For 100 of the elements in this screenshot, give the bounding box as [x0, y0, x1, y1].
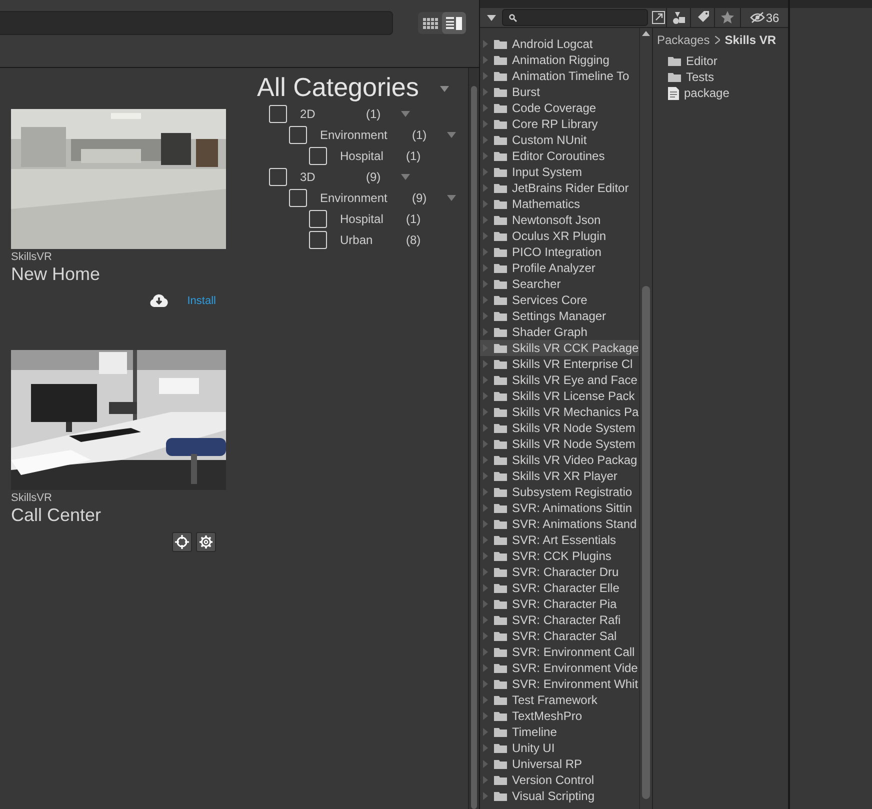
folder-icon [494, 599, 507, 609]
folder-name[interactable]: Editor [686, 54, 718, 68]
package-folder-row[interactable]: Universal RP [480, 756, 639, 772]
tag-icon[interactable] [696, 11, 709, 24]
scrollbar-thumb[interactable] [471, 86, 477, 809]
list-icon[interactable] [446, 16, 462, 30]
package-folder-row[interactable]: SVR: Character Pia [480, 596, 639, 612]
package-folder-row[interactable]: Skills VR License Pack [480, 388, 639, 404]
folder-icon [494, 263, 507, 273]
package-folder-row[interactable]: Skills VR CCK Package [480, 340, 639, 356]
category-checkbox[interactable] [289, 126, 307, 144]
package-folder-row[interactable]: PICO Integration [480, 244, 639, 260]
package-folder-row[interactable]: SVR: Character Elle [480, 580, 639, 596]
category-checkbox[interactable] [309, 210, 327, 228]
folder-icon [494, 663, 507, 673]
dropdown-arrow-icon[interactable] [486, 14, 496, 20]
search-field[interactable] [502, 9, 648, 26]
foldout-arrow-icon[interactable] [401, 174, 410, 180]
package-folder-row[interactable]: Services Core [480, 292, 639, 308]
package-folder-row[interactable]: Profile Analyzer [480, 260, 639, 276]
package-folder-row[interactable]: Core RP Library [480, 116, 639, 132]
package-folder-row[interactable]: SVR: Environment Vide [480, 660, 639, 676]
package-folder-row[interactable]: Skills VR Enterprise Cl [480, 356, 639, 372]
package-folder-row[interactable]: Animation Timeline To [480, 68, 639, 84]
list-view-button[interactable] [442, 12, 466, 34]
eye-slash-icon[interactable] [750, 12, 765, 23]
cloud-download-icon [149, 294, 170, 308]
package-folder-row[interactable]: Subsystem Registratio [480, 484, 639, 500]
package-folder-row[interactable]: Custom NUnit [480, 132, 639, 148]
package-folder-row[interactable]: Skills VR Node System [480, 420, 639, 436]
folder-icon [494, 487, 507, 497]
shapes-icon[interactable] [672, 11, 685, 24]
folder-icon [494, 679, 507, 689]
package-folder-row[interactable]: SVR: Character Sal [480, 628, 639, 644]
scrollbar-thumb[interactable] [642, 286, 650, 799]
package-folder-row[interactable]: Animation Rigging [480, 52, 639, 68]
package-folder-row[interactable]: Mathematics [480, 196, 639, 212]
package-folder-row[interactable]: SVR: Environment Call [480, 644, 639, 660]
foldout-arrow-icon[interactable] [447, 194, 456, 200]
package-folder-row[interactable]: Version Control [480, 772, 639, 788]
package-folder-row[interactable]: Shader Graph [480, 324, 639, 340]
folder-icon [494, 39, 507, 49]
category-count: (1) [412, 128, 428, 142]
package-folder-row[interactable]: Skills VR Node System [480, 436, 639, 452]
package-folder-row[interactable]: SVR: Character Dru [480, 564, 639, 580]
package-folder-row[interactable]: Skills VR Mechanics Pa [480, 404, 639, 420]
star-icon[interactable] [721, 11, 734, 24]
folder-icon [494, 167, 507, 177]
folder-icon [494, 327, 507, 337]
package-folder-row[interactable]: JetBrains Rider Editor [480, 180, 639, 196]
foldout-arrow-icon[interactable] [447, 132, 456, 138]
category-count: (1) [406, 212, 422, 226]
package-folder-row[interactable]: Searcher [480, 276, 639, 292]
breadcrumb-link[interactable]: Skills VR [724, 33, 776, 47]
package-folder-row[interactable]: SVR: Animations Sittin [480, 500, 639, 516]
category-checkbox[interactable] [269, 104, 287, 122]
package-folder-row[interactable]: Burst [480, 84, 639, 100]
grid-icon[interactable] [422, 18, 438, 28]
package-folder-row[interactable]: Newtonsoft Json [480, 212, 639, 228]
package-folder-row[interactable]: Visual Scripting [480, 788, 639, 804]
package-folder-row[interactable]: Oculus XR Plugin [480, 228, 639, 244]
package-folder-row[interactable]: TextMeshPro [480, 708, 639, 724]
package-folder-row[interactable]: Settings Manager [480, 308, 639, 324]
foldout-arrow-icon[interactable] [401, 110, 410, 116]
folder-icon [494, 583, 507, 593]
scroll-up-arrow-icon[interactable] [642, 31, 650, 36]
package-folder-row[interactable]: Editor Coroutines [480, 148, 639, 164]
package-folder-row[interactable]: Skills VR Video Packag [480, 452, 639, 468]
breadcrumb-link[interactable]: Packages [657, 33, 710, 47]
folder-icon [494, 119, 507, 129]
package-folder-row[interactable]: Skills VR XR Player [480, 468, 639, 484]
package-folder-row[interactable]: Code Coverage [480, 100, 639, 116]
search-field[interactable] [0, 11, 393, 35]
folder-icon [494, 455, 507, 465]
folder-icon [494, 519, 507, 529]
folder-icon [668, 56, 681, 66]
package-folder-row[interactable]: Unity UI [480, 740, 639, 756]
category-checkbox[interactable] [289, 188, 307, 206]
package-folder-row[interactable]: SVR: Art Essentials [480, 532, 639, 548]
package-folder-row[interactable]: Skills VR Eye and Face [480, 372, 639, 388]
package-folder-row[interactable]: SVR: CCK Plugins [480, 548, 639, 564]
folder-icon [494, 103, 507, 113]
dropdown-arrow-icon[interactable] [440, 86, 449, 92]
package-folder-row[interactable]: Android Logcat [480, 36, 639, 52]
category-checkbox[interactable] [309, 146, 327, 164]
category-label: Hospital [340, 212, 384, 226]
folder-icon [494, 247, 507, 257]
package-folder-row[interactable]: Timeline [480, 724, 639, 740]
file-name[interactable]: package [684, 86, 730, 100]
install-link[interactable]: Install [187, 295, 216, 307]
folder-icon [494, 727, 507, 737]
folder-icon [494, 503, 507, 513]
package-folder-row[interactable]: SVR: Animations Stand [480, 516, 639, 532]
package-folder-row[interactable]: Input System [480, 164, 639, 180]
package-folder-row[interactable]: SVR: Environment Whit [480, 676, 639, 692]
category-checkbox[interactable] [269, 168, 287, 186]
package-folder-row[interactable]: Test Framework [480, 692, 639, 708]
category-checkbox[interactable] [309, 230, 327, 248]
package-folder-row[interactable]: SVR: Character Rafi [480, 612, 639, 628]
folder-name[interactable]: Tests [686, 70, 714, 84]
